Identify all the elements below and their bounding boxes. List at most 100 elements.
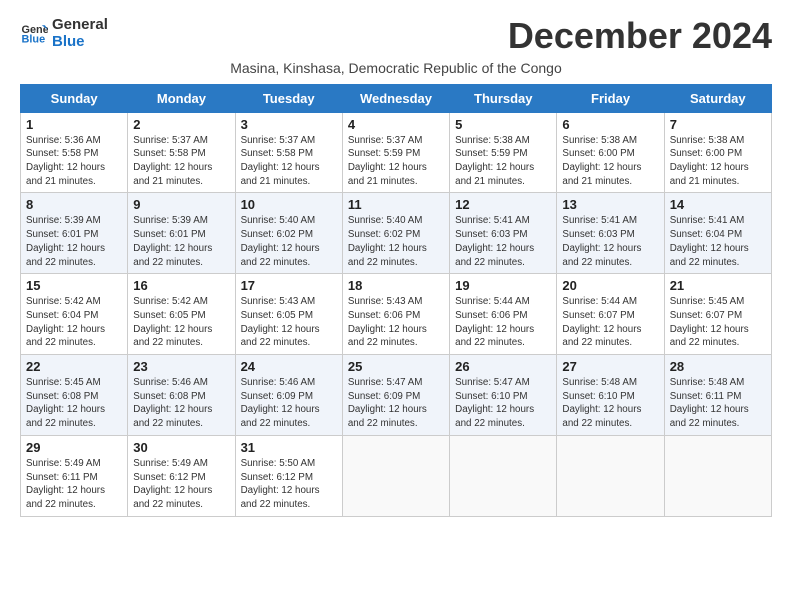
day-number: 17 [241, 278, 337, 293]
day-number: 10 [241, 197, 337, 212]
calendar-cell: 30 Sunrise: 5:49 AMSunset: 6:12 PMDayligh… [128, 435, 235, 516]
day-number: 4 [348, 117, 444, 132]
day-number: 16 [133, 278, 229, 293]
col-friday: Friday [557, 84, 664, 112]
logo-icon: General Blue [20, 19, 48, 47]
day-info: Sunrise: 5:39 AMSunset: 6:01 PMDaylight:… [26, 214, 122, 269]
day-number: 6 [562, 117, 658, 132]
calendar-cell: 15 Sunrise: 5:42 AMSunset: 6:04 PMDayligh… [21, 274, 128, 355]
calendar-cell: 3 Sunrise: 5:37 AMSunset: 5:58 PMDaylight… [235, 112, 342, 193]
logo-line2: Blue [52, 33, 108, 50]
day-info: Sunrise: 5:45 AMSunset: 6:07 PMDaylight:… [670, 295, 766, 350]
day-info: Sunrise: 5:49 AMSunset: 6:11 PMDaylight:… [26, 457, 122, 512]
day-info: Sunrise: 5:45 AMSunset: 6:08 PMDaylight:… [26, 376, 122, 431]
day-info: Sunrise: 5:40 AMSunset: 6:02 PMDaylight:… [241, 214, 337, 269]
calendar-cell: 11 Sunrise: 5:40 AMSunset: 6:02 PMDayligh… [342, 193, 449, 274]
calendar-cell: 22Sunrise: 5:45 AMSunset: 6:08 PMDayligh… [21, 355, 128, 436]
calendar-table: Sunday Monday Tuesday Wednesday Thursday… [20, 84, 772, 517]
day-info: Sunrise: 5:47 AMSunset: 6:09 PMDaylight:… [348, 376, 444, 431]
calendar-cell: 26Sunrise: 5:47 AMSunset: 6:10 PMDayligh… [450, 355, 557, 436]
day-number: 30 [133, 440, 229, 455]
calendar-cell [450, 435, 557, 516]
day-number: 28 [670, 359, 766, 374]
day-info: Sunrise: 5:37 AMSunset: 5:59 PMDaylight:… [348, 134, 444, 189]
calendar-cell: 1 Sunrise: 5:36 AMSunset: 5:58 PMDaylight… [21, 112, 128, 193]
day-number: 11 [348, 197, 444, 212]
calendar-cell: 20 Sunrise: 5:44 AMSunset: 6:07 PMDayligh… [557, 274, 664, 355]
day-info: Sunrise: 5:44 AMSunset: 6:07 PMDaylight:… [562, 295, 658, 350]
day-info: Sunrise: 5:37 AMSunset: 5:58 PMDaylight:… [241, 134, 337, 189]
day-number: 27 [562, 359, 658, 374]
day-number: 25 [348, 359, 444, 374]
calendar-cell: 10 Sunrise: 5:40 AMSunset: 6:02 PMDayligh… [235, 193, 342, 274]
day-info: Sunrise: 5:40 AMSunset: 6:02 PMDaylight:… [348, 214, 444, 269]
calendar-cell: 25 Sunrise: 5:47 AMSunset: 6:09 PMDayligh… [342, 355, 449, 436]
day-number: 13 [562, 197, 658, 212]
day-number: 19 [455, 278, 551, 293]
day-number: 8 [26, 197, 122, 212]
day-info: Sunrise: 5:42 AMSunset: 6:04 PMDaylight:… [26, 295, 122, 350]
calendar-cell: 7Sunrise: 5:38 AMSunset: 6:00 PMDaylight… [664, 112, 771, 193]
day-number: 18 [348, 278, 444, 293]
calendar-cell: 28Sunrise: 5:48 AMSunset: 6:11 PMDayligh… [664, 355, 771, 436]
title-area: December 2024 [508, 16, 772, 56]
header: General Blue General Blue December 2024 [20, 16, 772, 56]
day-info: Sunrise: 5:38 AMSunset: 6:00 PMDaylight:… [562, 134, 658, 189]
day-info: Sunrise: 5:43 AMSunset: 6:06 PMDaylight:… [348, 295, 444, 350]
calendar-cell: 9Sunrise: 5:39 AMSunset: 6:01 PMDaylight… [128, 193, 235, 274]
day-number: 20 [562, 278, 658, 293]
day-number: 23 [133, 359, 229, 374]
day-number: 14 [670, 197, 766, 212]
col-tuesday: Tuesday [235, 84, 342, 112]
calendar-cell: 2 Sunrise: 5:37 AMSunset: 5:58 PMDaylight… [128, 112, 235, 193]
day-number: 12 [455, 197, 551, 212]
day-info: Sunrise: 5:48 AMSunset: 6:10 PMDaylight:… [562, 376, 658, 431]
calendar-cell: 29 Sunrise: 5:49 AMSunset: 6:11 PMDayligh… [21, 435, 128, 516]
calendar-week-row: 15 Sunrise: 5:42 AMSunset: 6:04 PMDayligh… [21, 274, 772, 355]
day-info: Sunrise: 5:37 AMSunset: 5:58 PMDaylight:… [133, 134, 229, 189]
logo-line1: General [52, 16, 108, 33]
calendar-cell: 13 Sunrise: 5:41 AMSunset: 6:03 PMDayligh… [557, 193, 664, 274]
day-info: Sunrise: 5:49 AMSunset: 6:12 PMDaylight:… [133, 457, 229, 512]
calendar-cell: 4 Sunrise: 5:37 AMSunset: 5:59 PMDaylight… [342, 112, 449, 193]
day-number: 31 [241, 440, 337, 455]
calendar-cell: 5Sunrise: 5:38 AMSunset: 5:59 PMDaylight… [450, 112, 557, 193]
col-monday: Monday [128, 84, 235, 112]
col-saturday: Saturday [664, 84, 771, 112]
subtitle: Masina, Kinshasa, Democratic Republic of… [20, 60, 772, 76]
calendar-cell: 31 Sunrise: 5:50 AMSunset: 6:12 PMDayligh… [235, 435, 342, 516]
day-number: 15 [26, 278, 122, 293]
calendar-cell: 12Sunrise: 5:41 AMSunset: 6:03 PMDayligh… [450, 193, 557, 274]
day-number: 24 [241, 359, 337, 374]
day-number: 1 [26, 117, 122, 132]
month-title: December 2024 [508, 16, 772, 56]
calendar-cell: 27 Sunrise: 5:48 AMSunset: 6:10 PMDayligh… [557, 355, 664, 436]
calendar-cell [664, 435, 771, 516]
day-number: 29 [26, 440, 122, 455]
day-info: Sunrise: 5:46 AMSunset: 6:08 PMDaylight:… [133, 376, 229, 431]
calendar-cell [342, 435, 449, 516]
day-number: 2 [133, 117, 229, 132]
calendar-cell: 21 Sunrise: 5:45 AMSunset: 6:07 PMDayligh… [664, 274, 771, 355]
day-number: 5 [455, 117, 551, 132]
day-info: Sunrise: 5:41 AMSunset: 6:03 PMDaylight:… [562, 214, 658, 269]
day-number: 7 [670, 117, 766, 132]
logo: General Blue General Blue [20, 16, 108, 51]
calendar-cell: 14 Sunrise: 5:41 AMSunset: 6:04 PMDayligh… [664, 193, 771, 274]
calendar-cell [557, 435, 664, 516]
calendar-week-row: 1 Sunrise: 5:36 AMSunset: 5:58 PMDaylight… [21, 112, 772, 193]
calendar-cell: 6 Sunrise: 5:38 AMSunset: 6:00 PMDaylight… [557, 112, 664, 193]
calendar-cell: 24 Sunrise: 5:46 AMSunset: 6:09 PMDayligh… [235, 355, 342, 436]
day-info: Sunrise: 5:41 AMSunset: 6:04 PMDaylight:… [670, 214, 766, 269]
calendar-cell: 23 Sunrise: 5:46 AMSunset: 6:08 PMDayligh… [128, 355, 235, 436]
day-info: Sunrise: 5:50 AMSunset: 6:12 PMDaylight:… [241, 457, 337, 512]
calendar-header-row: Sunday Monday Tuesday Wednesday Thursday… [21, 84, 772, 112]
day-info: Sunrise: 5:36 AMSunset: 5:58 PMDaylight:… [26, 134, 122, 189]
calendar-cell: 19Sunrise: 5:44 AMSunset: 6:06 PMDayligh… [450, 274, 557, 355]
calendar-week-row: 8 Sunrise: 5:39 AMSunset: 6:01 PMDaylight… [21, 193, 772, 274]
day-number: 21 [670, 278, 766, 293]
day-number: 3 [241, 117, 337, 132]
calendar-week-row: 22Sunrise: 5:45 AMSunset: 6:08 PMDayligh… [21, 355, 772, 436]
calendar-cell: 8 Sunrise: 5:39 AMSunset: 6:01 PMDaylight… [21, 193, 128, 274]
day-info: Sunrise: 5:46 AMSunset: 6:09 PMDaylight:… [241, 376, 337, 431]
